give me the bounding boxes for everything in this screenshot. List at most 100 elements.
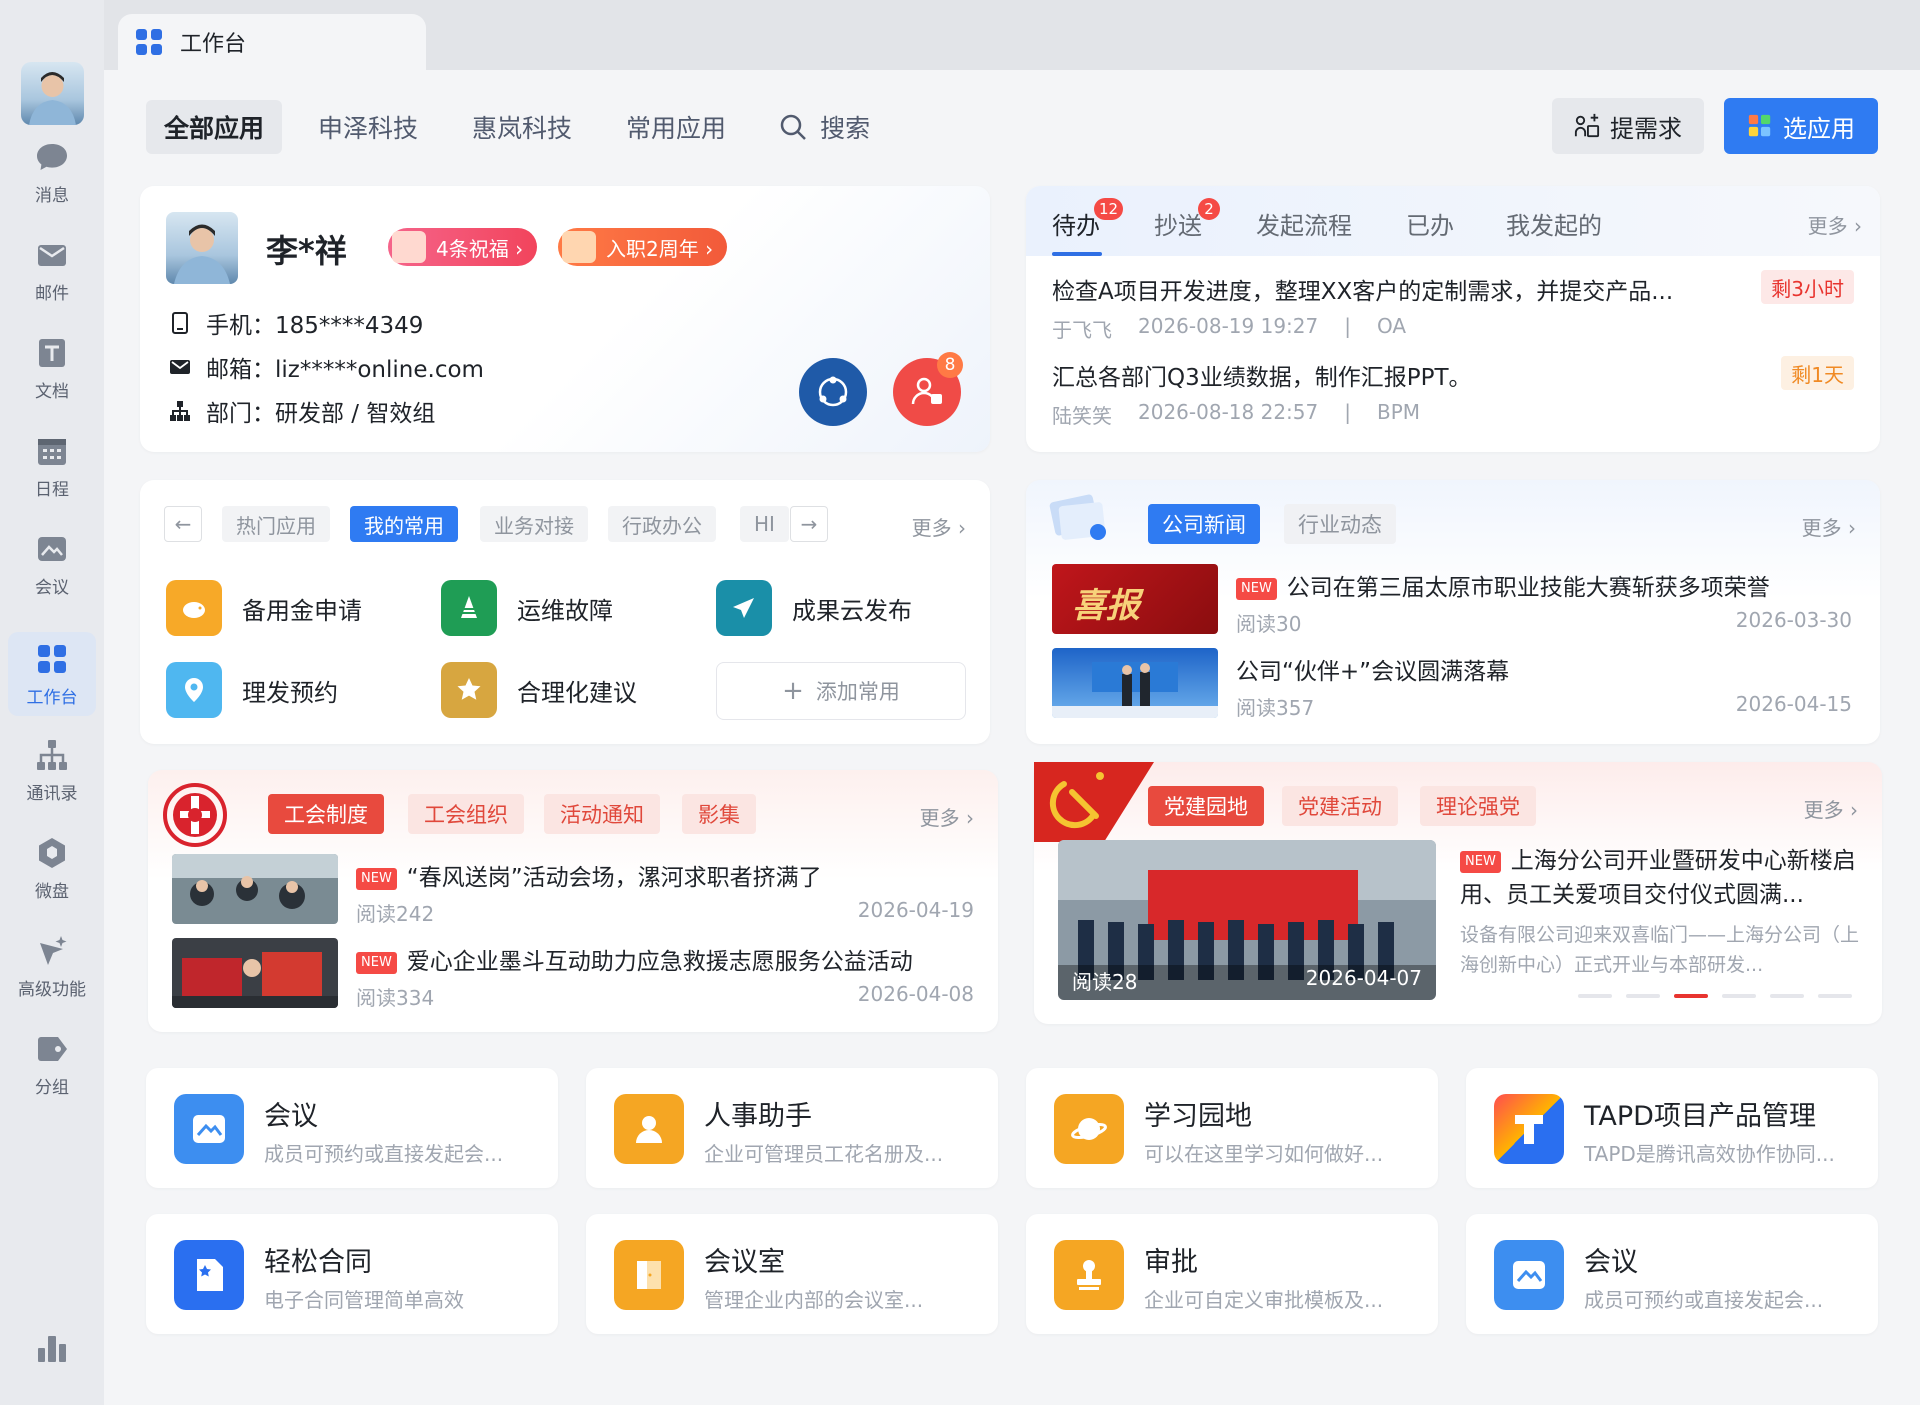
union-thumbnail[interactable] [172,854,338,924]
chip-union-rules[interactable]: 工会制度 [268,794,384,834]
app-tile-meeting-room[interactable]: 会议室 管理企业内部的会议室... [586,1214,998,1334]
sidebar-item-mail[interactable]: 邮件 [8,228,96,312]
tab-workspace[interactable]: 工作台 [118,14,426,70]
tab-cc[interactable]: 抄送 2 [1154,198,1220,241]
tab-company-huilan[interactable]: 惠岚科技 [454,100,590,154]
chip-activity[interactable]: 活动通知 [544,794,660,834]
more-link[interactable]: 更多 › [912,512,966,541]
chip-company-news[interactable]: 公司新闻 [1148,504,1260,544]
app-haircut[interactable]: 理发预约 [166,662,338,718]
next-button[interactable]: → [790,506,828,542]
submit-request-button[interactable]: 提需求 [1552,98,1704,154]
contacts-request-button[interactable]: 8 [893,352,963,426]
meta-separator: | [1344,400,1351,424]
carousel-dot[interactable] [1770,994,1804,998]
wishes-badge[interactable]: 4条祝福 › [388,228,538,266]
chip-party-garden[interactable]: 党建园地 [1148,786,1264,826]
more-link[interactable]: 更多 › [1802,512,1856,541]
sidebar-item-messages[interactable]: 消息 [8,130,96,214]
workspace-grid-icon [38,644,66,673]
app-petty-cash[interactable]: 备用金申请 [166,580,362,636]
profile-avatar[interactable] [166,212,238,284]
more-link[interactable]: 更多 › [1804,794,1858,823]
carousel-dot-active[interactable] [1674,994,1708,998]
app-tile-hr[interactable]: 人事助手 企业可管理员工花名册及... [586,1068,998,1188]
sidebar-item-contacts[interactable]: 通讯录 [8,728,96,812]
tab-initiated[interactable]: 我发起的 [1506,206,1602,241]
stats-icon[interactable] [34,1330,70,1370]
app-tile-approval[interactable]: 审批 企业可自定义审批模板及... [1026,1214,1438,1334]
news-title[interactable]: NEW 公司在第三届太原市职业技能大赛斩获多项荣誉 [1236,568,1770,602]
chip-hi[interactable]: HI [740,506,789,542]
news-title[interactable]: 公司“伙伴+”会议圆满落幕 [1236,652,1509,686]
tab-todo[interactable]: 待办 12 [1052,198,1124,241]
news-thumbnail[interactable] [1052,648,1218,718]
chat-bubble-icon [37,143,67,170]
app-tile-meeting-2[interactable]: 会议 成员可预约或直接发起会... [1466,1214,1878,1334]
select-apps-button[interactable]: 选应用 [1724,98,1878,154]
tile-name: 会议室 [704,1247,785,1278]
chip-industry[interactable]: 行业动态 [1284,504,1396,544]
sidebar-item-docs[interactable]: 文档 [8,326,96,410]
tab-done[interactable]: 已办 [1406,206,1454,241]
mail-icon [38,244,66,266]
union-title[interactable]: NEW “春风送岗”活动会场，漯河求职者挤满了 [356,858,822,892]
chip-business[interactable]: 业务对接 [480,506,588,542]
prev-button[interactable]: ← [164,506,202,542]
app-tile-meeting[interactable]: 会议 成员可预约或直接发起会... [146,1068,558,1188]
chip-party-theory[interactable]: 理论强党 [1420,786,1536,826]
add-common-button[interactable]: + 添加常用 [716,662,966,720]
tile-name: TAPD项目产品管理 [1584,1101,1816,1132]
chip-party-activity[interactable]: 党建活动 [1282,786,1398,826]
union-thumbnail[interactable] [172,938,338,1008]
search-button[interactable]: 搜索 [762,109,870,145]
tab-all-apps[interactable]: 全部应用 [146,100,283,154]
sidebar-item-calendar[interactable]: 日程 [8,424,96,508]
tab-start-process[interactable]: 发起流程 [1256,206,1352,241]
sidebar-item-groups[interactable]: 分组 [8,1022,96,1106]
party-hero-image[interactable]: 阅读28 2026-04-07 [1058,840,1436,1000]
chip-admin[interactable]: 行政办公 [608,506,716,542]
app-suggestion[interactable]: 合理化建议 [441,662,637,718]
sparkle-icon [40,935,67,965]
todo-system: BPM [1376,400,1421,424]
chip-my-common[interactable]: 我的常用 [350,506,458,542]
carousel-dot[interactable] [1722,994,1756,998]
tile-name: 会议 [264,1101,318,1132]
union-title[interactable]: NEW 爱心企业墨斗互动助力应急救援志愿服务公益活动 [356,942,913,976]
sidebar-item-meeting[interactable]: 会议 [8,522,96,606]
sidebar-item-advanced[interactable]: 高级功能 [8,924,96,1008]
more-link[interactable]: 更多 › [920,802,974,831]
more-link[interactable]: 更多 › [1808,210,1862,239]
avatar[interactable] [21,62,84,125]
app-grid-icon [136,29,162,55]
todo-meta: 陆笑笑 2026-08-18 22:57 | BPM [1052,400,1420,429]
app-ops-fault[interactable]: 运维故障 [441,580,613,636]
dept-value: 研发部 / 智效组 [275,401,436,427]
carousel-dot[interactable] [1626,994,1660,998]
anniversary-badge[interactable]: 入职2周年 › [558,228,728,266]
chip-union-org[interactable]: 工会组织 [408,794,524,834]
app-tile-tapd[interactable]: TAPD项目产品管理 TAPD是腾讯高效协作协同... [1466,1068,1878,1188]
sidebar-item-workspace[interactable]: 工作台 [8,632,96,716]
new-badge: NEW [356,951,397,974]
planet-icon [1054,1094,1124,1164]
new-badge: NEW [1236,577,1277,600]
party-title[interactable]: NEW 上海分公司开业暨研发中心新楼启用、员工关爱项目交付仪式圆满... [1460,844,1860,912]
carousel-dot[interactable] [1818,994,1852,998]
sidebar-item-drive[interactable]: 微盘 [8,826,96,910]
org-chart-icon [37,739,67,770]
app-tile-learning[interactable]: 学习园地 可以在这里学习如何做好... [1026,1068,1438,1188]
party-desc: 设备有限公司迎来双喜临门——上海分公司（上海创新中心）正式开业与本部研发... [1460,924,1860,976]
app-cloud-publish[interactable]: 成果云发布 [716,580,912,636]
chip-hot-apps[interactable]: 热门应用 [222,506,330,542]
app-tile-contract[interactable]: 轻松合同 电子合同管理简单高效 [146,1214,558,1334]
todo-count-badge: 12 [1094,198,1124,220]
carousel-dot[interactable] [1578,994,1612,998]
chip-album[interactable]: 影集 [682,794,756,834]
tile-desc: 成员可预约或直接发起会... [264,1142,504,1166]
share-button[interactable] [799,358,867,426]
news-thumbnail[interactable]: 喜报 [1052,564,1218,634]
tab-common-apps[interactable]: 常用应用 [608,100,744,154]
tab-company-shenze[interactable]: 申泽科技 [300,100,436,154]
